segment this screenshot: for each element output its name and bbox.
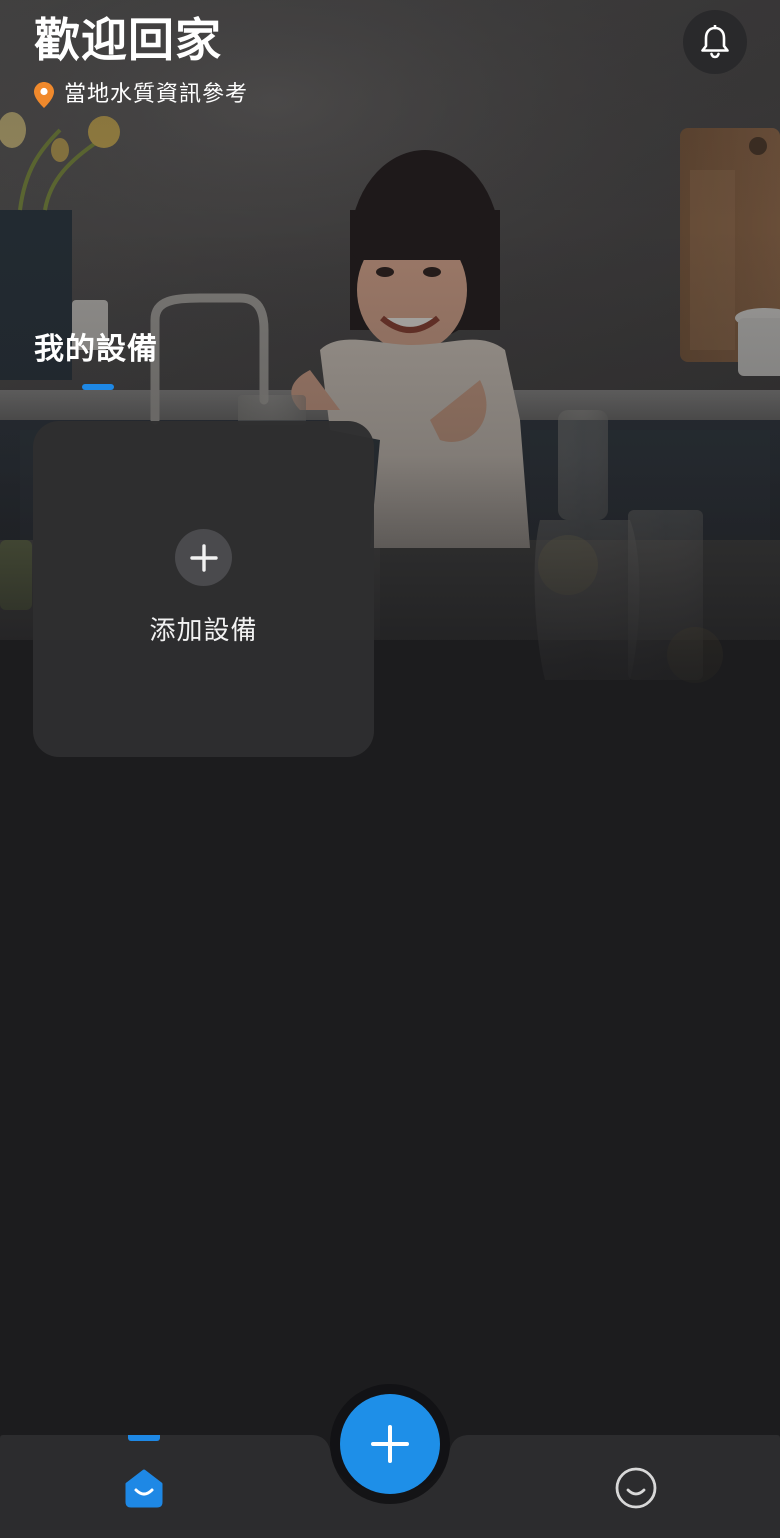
my-devices-tab[interactable]: 我的設備 [34,330,158,370]
home-screen: 歡迎回家 當地水質資訊參考 我的設備 添加設備 [0,0,780,1538]
nav-home-button[interactable] [112,1462,176,1514]
add-device-plus-badge [175,529,232,586]
plus-icon [371,1425,409,1463]
location-pin-icon [34,82,54,108]
home-icon [125,1469,163,1508]
nav-profile-button[interactable] [604,1462,668,1514]
plus-icon [189,543,218,572]
bell-icon [701,25,729,59]
tab-active-indicator [82,384,114,390]
add-floating-button[interactable] [340,1394,440,1494]
home-tab-indicator [128,1435,160,1441]
local-water-quality-link[interactable]: 當地水質資訊參考 [34,80,248,110]
smiley-icon [615,1467,657,1509]
notifications-button[interactable] [683,10,747,74]
add-device-label: 添加設備 [149,616,258,646]
page-title: 歡迎回家 [34,13,222,67]
bottom-navigation-bar [0,1380,780,1538]
location-link-label: 當地水質資訊參考 [64,82,249,107]
add-device-card[interactable]: 添加設備 [33,421,374,757]
